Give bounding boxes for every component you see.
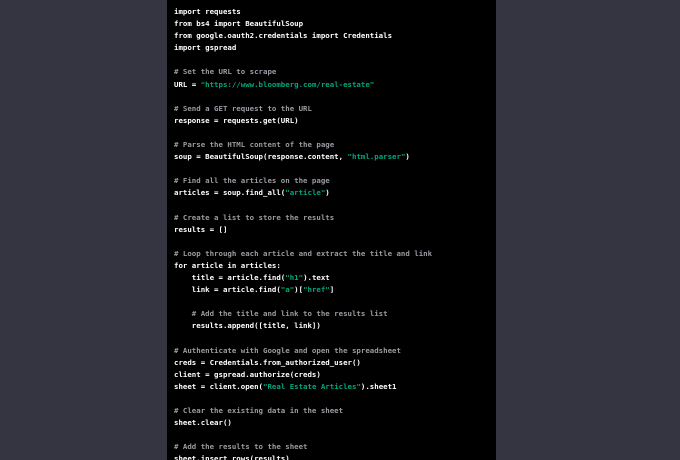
code-line: articles = soup.find_all("article") [174,187,432,199]
code-line: URL = "https://www.bloomberg.com/real-es… [174,79,432,91]
code-token-comment: # Send a GET request to the URL [174,103,312,113]
code-token-plain: creds = Credentials.from_authorized_user… [174,357,361,367]
code-line: client = gspread.authorize(creds) [174,369,432,381]
code-line: # Clear the existing data in the sheet [174,405,432,417]
code-token-comment: # Parse the HTML content of the page [174,140,335,150]
code-line: # Loop through each article and extract … [174,248,432,260]
code-line: title = article.find("h1").text [174,272,432,284]
code-token-plain: client = gspread.authorize(creds) [174,369,321,379]
code-token-plain: ) [405,152,410,162]
code-line: import requests [174,6,432,18]
code-line: # Add the title and link to the results … [174,308,432,320]
code-line: # Find all the articles on the page [174,175,432,187]
code-token-plain: ).sheet1 [360,381,397,391]
code-token-plain: ).text [303,273,330,283]
code-token-plain: response = requests.get(URL) [174,115,299,125]
chat-page: import requests from bs4 import Beautiful… [0,0,680,460]
code-content: import requests from bs4 import Beautiful… [174,6,432,460]
code-line: response = requests.get(URL) [174,115,432,127]
code-token-comment: # Clear the existing data in the sheet [174,406,344,416]
code-token-plain: import gspread [174,43,237,53]
code-token-string: "h1" [285,273,304,283]
code-token-string: "a" [280,285,295,295]
code-line: sheet.insert_rows(results) [174,453,432,460]
code-line: creds = Credentials.from_authorized_user… [174,357,432,369]
code-token-plain: sheet.clear() [174,418,232,428]
code-line: for article in articles: [174,260,432,272]
code-token-plain: ] [329,285,335,295]
code-token-comment: # Find all the articles on the page [174,176,330,186]
code-line: # Parse the HTML content of the page [174,139,432,151]
code-line: # Authenticate with Google and open the … [174,345,432,357]
code-token-plain: results.append([title, link]) [174,321,321,331]
code-line: import gspread [174,42,432,54]
code-block: import requests from bs4 import Beautiful… [167,0,496,460]
code-token-plain: for article in articles: [174,260,281,270]
code-token-plain: import requests [174,7,241,16]
code-line: # Set the URL to scrape [174,66,432,78]
code-token-plain: link = article.find( [174,285,281,295]
code-token-comment: # Add the results to the sheet [174,442,308,452]
code-token-string: "article" [285,188,326,198]
code-token-plain: )[ [294,285,304,295]
code-token-comment: # Set the URL to scrape [174,67,277,77]
code-line: link = article.find("a")["href"] [174,284,432,296]
code-line: # Send a GET request to the URL [174,103,432,115]
code-line: from bs4 import BeautifulSoup [174,18,432,30]
code-token-string: "href" [303,285,330,295]
code-token-comment: # Authenticate with Google and open the … [174,345,401,355]
code-line: results.append([title, link]) [174,320,432,332]
code-token-plain: sheet.insert_rows(results) [174,454,290,460]
code-line: soup = BeautifulSoup(response.content, "… [174,151,432,163]
code-token-plain: URL = [174,79,201,89]
code-line: results = [] [174,224,432,236]
code-token-string: "html.parser" [347,152,406,162]
code-line: # Create a list to store the results [174,212,432,224]
code-line: sheet = client.open("Real Estate Article… [174,381,432,393]
code-line: # Add the results to the sheet [174,441,432,453]
code-token-comment: # Create a list to store the results [174,212,335,222]
code-token-plain: sheet = client.open( [174,381,263,391]
code-token-plain: from bs4 import BeautifulSoup [174,19,304,29]
code-line: from google.oauth2.credentials import Cr… [174,30,432,42]
code-line: sheet.clear() [174,417,432,429]
code-token-string: "https://www.bloomberg.com/real-estate" [200,79,375,89]
code-token-plain: from google.oauth2.credentials import Cr… [174,31,393,41]
code-token-plain: soup = BeautifulSoup(response.content, [174,152,348,162]
code-token-plain: title = article.find( [174,273,286,283]
code-token-comment: # Loop through each article and extract … [174,248,433,258]
code-token-plain: results = [] [174,224,228,234]
code-token-comment: # Add the title and link to the results … [174,309,388,319]
code-token-plain: articles = soup.find_all( [174,188,286,198]
code-token-plain: ) [325,188,330,198]
code-token-string: "Real Estate Articles" [263,381,361,391]
